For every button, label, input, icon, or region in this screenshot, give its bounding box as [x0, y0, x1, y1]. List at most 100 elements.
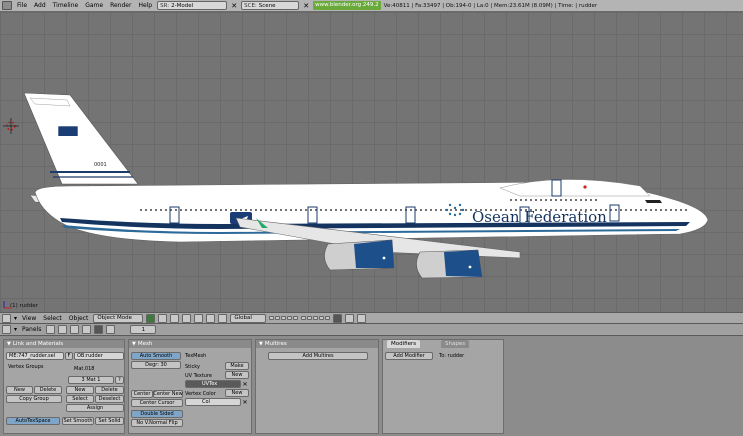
render-icon[interactable] — [357, 313, 367, 323]
scale-icon[interactable] — [218, 313, 228, 323]
uv-new-button[interactable]: New — [225, 371, 249, 379]
double-sided-toggle[interactable]: Double Sided — [131, 410, 183, 418]
menu-add[interactable]: Add — [32, 2, 48, 9]
material-deselect-button[interactable]: Deselect — [95, 395, 124, 403]
collapse-triangle-icon[interactable]: ▼ — [259, 341, 263, 347]
center-button[interactable]: Center — [131, 390, 153, 398]
mode-selector[interactable]: Object Mode — [93, 313, 144, 323]
uvtex-delete-icon[interactable]: ✕ — [241, 380, 249, 389]
vcol-slot[interactable]: Col — [185, 398, 241, 406]
3d-view-header: ▾ View Select Object Object Mode Global — [0, 312, 743, 324]
shading-context-icon[interactable] — [70, 325, 80, 334]
help-button[interactable]: ? — [115, 376, 124, 384]
button-label: Delete — [101, 387, 118, 393]
object-context-icon[interactable] — [82, 325, 92, 334]
button-label: Deselect — [98, 396, 121, 402]
material-assign-button[interactable]: Assign — [66, 404, 124, 412]
close-screen-icon[interactable]: ✕ — [230, 1, 238, 10]
collapse-triangle-icon[interactable]: ▼ — [132, 341, 136, 347]
auto-smooth-toggle[interactable]: Auto Smooth — [131, 352, 181, 360]
set-solid-button[interactable]: Set Solid — [95, 417, 124, 425]
menu-file[interactable]: File — [15, 2, 29, 9]
material-index-field[interactable]: 3 Mat 1 — [68, 376, 114, 384]
panel-header[interactable]: ▼ Multires — [256, 340, 378, 348]
lock-icon[interactable] — [333, 313, 343, 323]
vgroup-delete-button[interactable]: Delete — [34, 386, 62, 394]
collapse-icon[interactable]: ▾ — [14, 315, 17, 322]
menu-timeline[interactable]: Timeline — [51, 2, 81, 9]
texmesh-label: TexMesh — [185, 353, 207, 359]
button-label: Set Smooth — [63, 418, 93, 424]
3d-cursor-icon — [3, 118, 19, 134]
no-v-normal-flip-toggle[interactable]: No V.Normal Flip — [131, 419, 183, 427]
shading-icon[interactable] — [158, 313, 168, 323]
mesh-panel: ▼ Mesh Auto Smooth Degr: 30 TexMesh Stic… — [128, 339, 252, 434]
menu-object[interactable]: Object — [67, 315, 91, 322]
logic-icon[interactable] — [46, 325, 56, 334]
degr-value: Degr: 30 — [145, 362, 167, 368]
fake-user-button[interactable]: F — [65, 352, 73, 360]
editing-context-icon[interactable] — [94, 325, 104, 334]
vcol-new-button[interactable]: New — [225, 389, 249, 397]
degr-field[interactable]: Degr: 30 — [131, 361, 181, 369]
tab-modifiers[interactable]: Modifiers — [387, 340, 421, 348]
menu-select[interactable]: Select — [41, 315, 64, 322]
editor-type-icon[interactable] — [2, 1, 12, 10]
engine-inboard — [324, 239, 395, 271]
collapse-icon-2[interactable]: ▾ — [14, 326, 17, 333]
editor-type-icon-2[interactable] — [2, 325, 11, 334]
object-name-field[interactable]: OB:rudder — [74, 352, 124, 360]
button-label: New — [231, 372, 243, 378]
editor-type-icon[interactable] — [2, 313, 11, 323]
material-index-value: 3 Mat 1 — [81, 377, 101, 383]
material-select-button[interactable]: Select — [66, 395, 94, 403]
collapse-triangle-icon[interactable]: ▼ — [7, 341, 11, 347]
snap-icon[interactable] — [345, 313, 355, 323]
material-new-button[interactable]: New — [66, 386, 94, 394]
panel-header[interactable]: ▼ Mesh — [129, 340, 251, 348]
center-new-button[interactable]: Center New — [153, 390, 183, 398]
screen-selector[interactable]: SR: 2-Model — [157, 1, 228, 10]
rotate-icon[interactable] — [206, 313, 216, 323]
autotexspace-toggle[interactable]: AutoTexSpace — [6, 417, 60, 425]
menu-help[interactable]: Help — [136, 2, 154, 9]
material-delete-button[interactable]: Delete — [95, 386, 124, 394]
screen-prefix: SR: — [160, 2, 170, 9]
active-object-label: (1) rudder — [10, 303, 38, 309]
scene-context-icon[interactable] — [106, 325, 116, 334]
panel-title: Mesh — [137, 341, 153, 347]
add-modifier-button[interactable]: Add Modifier — [385, 352, 433, 360]
script-icon[interactable] — [58, 325, 68, 334]
object-name-value: OB:rudder — [77, 353, 103, 359]
engine-outboard — [416, 249, 483, 279]
set-smooth-button[interactable]: Set Smooth — [62, 417, 94, 425]
3d-viewport[interactable]: 0001 Osean Federation (1) rudder — [0, 12, 743, 312]
button-label: Make — [230, 363, 244, 369]
pivot-icon[interactable] — [182, 313, 192, 323]
menu-render[interactable]: Render — [108, 2, 133, 9]
uvtex-slot[interactable]: UVTex — [185, 380, 241, 388]
blender-url[interactable]: www.blender.org 249.2 — [313, 1, 381, 10]
scene-selector[interactable]: SCE: Scene — [241, 1, 300, 10]
camera-icon[interactable] — [170, 313, 180, 323]
mesh-name-field[interactable]: ME:747_rudder.sel — [6, 352, 64, 360]
tab-shapes[interactable]: Shapes — [441, 340, 470, 348]
add-multires-button[interactable]: Add Multires — [268, 352, 368, 360]
sticky-make-button[interactable]: Make — [225, 362, 249, 370]
draw-type-icon[interactable] — [146, 313, 156, 323]
vcol-delete-icon[interactable]: ✕ — [241, 398, 249, 407]
center-cursor-button[interactable]: Center Cursor — [131, 399, 183, 407]
copy-group-button[interactable]: Copy Group — [6, 395, 62, 403]
vgroup-new-button[interactable]: New — [6, 386, 33, 394]
menu-game[interactable]: Game — [83, 2, 105, 9]
menu-view[interactable]: View — [20, 315, 38, 322]
close-scene-icon[interactable]: ✕ — [302, 1, 310, 10]
buttons-header: ▾ Panels 1 — [0, 324, 743, 336]
layer-buttons-2[interactable] — [301, 316, 331, 320]
manipulator-icon[interactable] — [194, 313, 204, 323]
panels-menu[interactable]: Panels — [20, 326, 43, 333]
layer-buttons[interactable] — [269, 316, 299, 320]
orientation-selector[interactable]: Global — [230, 313, 267, 323]
panel-header[interactable]: ▼ Link and Materials — [4, 340, 124, 348]
frame-field[interactable]: 1 — [130, 325, 157, 334]
